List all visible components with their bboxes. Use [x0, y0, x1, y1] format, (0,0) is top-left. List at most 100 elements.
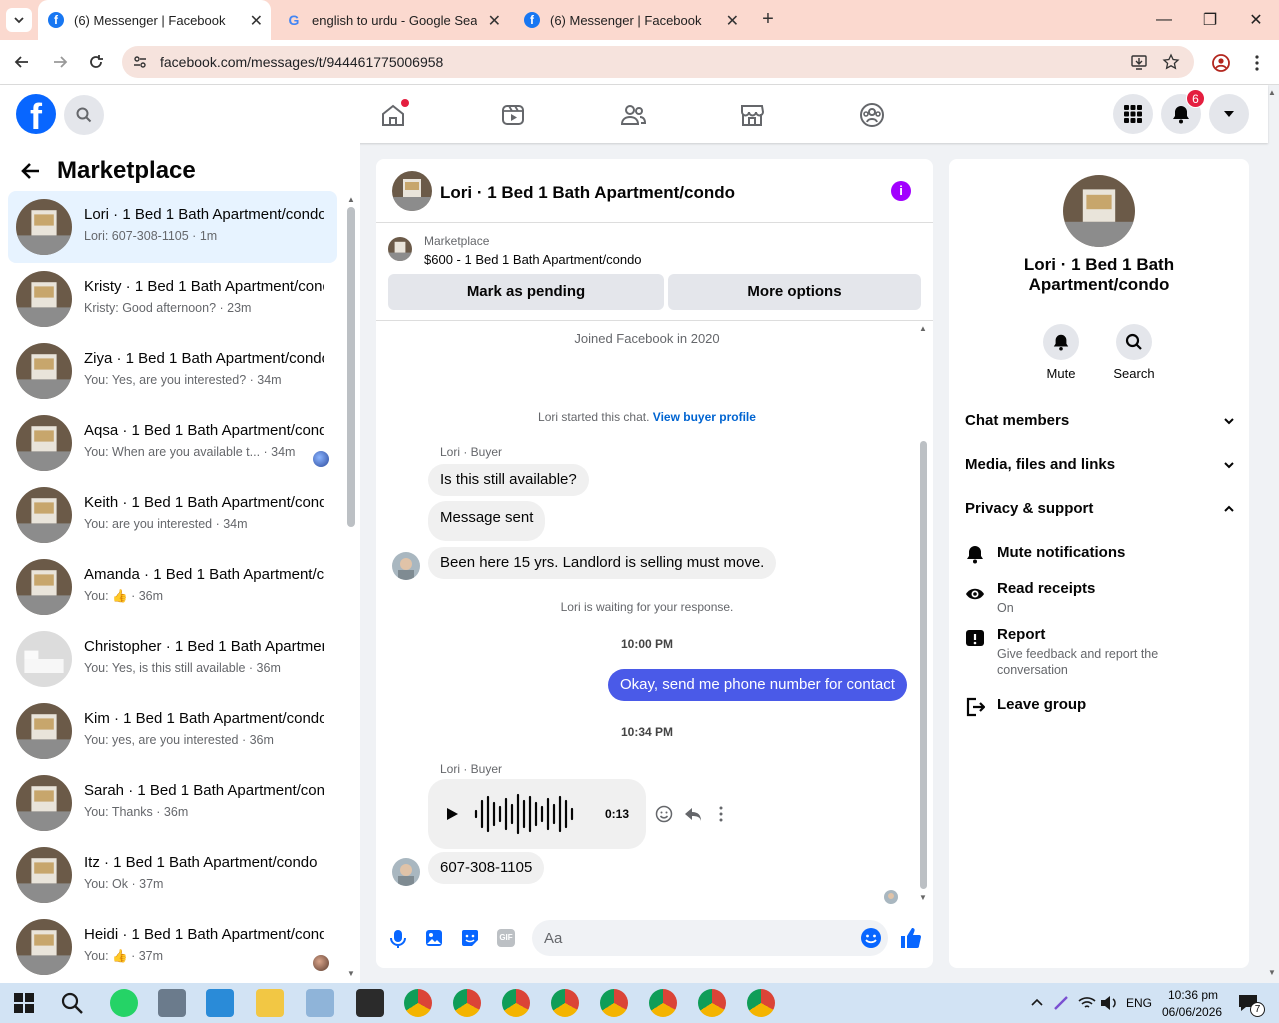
reload-button[interactable]	[86, 52, 106, 72]
search-action[interactable]: Search	[1107, 324, 1161, 381]
clock-time[interactable]: 10:36 pm	[1168, 988, 1218, 1002]
sticker-icon[interactable]	[460, 928, 480, 948]
emoji-icon[interactable]	[860, 927, 882, 949]
nav-home[interactable]	[380, 99, 409, 128]
listing-title[interactable]: $600 - 1 Bed 1 Bath Apartment/condo	[424, 252, 642, 267]
chat-scroll-up[interactable]: ▲	[919, 324, 927, 333]
play-icon[interactable]	[444, 806, 460, 822]
install-app-icon[interactable]	[1130, 53, 1148, 71]
conversation-item[interactable]: Ziya · 1 Bed 1 Bath Apartment/condo You: …	[8, 335, 337, 407]
browser-menu-button[interactable]	[1250, 53, 1264, 73]
message-bubble[interactable]: 607-308-1105	[428, 852, 545, 884]
clock-date[interactable]: 06/06/2026	[1162, 1005, 1222, 1019]
message-bubble[interactable]: Message sent	[428, 501, 546, 541]
calculator-icon[interactable]	[158, 989, 186, 1017]
scrollbar-down[interactable]: ▼	[347, 969, 355, 978]
tab-messenger-2[interactable]: f (6) Messenger | Facebook ✕	[514, 0, 747, 40]
address-bar[interactable]: facebook.com/messages/t/944461775006958	[122, 46, 1194, 78]
profile-photo[interactable]	[1063, 175, 1135, 247]
volume-icon[interactable]	[1100, 995, 1118, 1011]
mute-notifications-item[interactable]: Mute notifications	[965, 543, 1235, 567]
tab-messenger-1[interactable]: f (6) Messenger | Facebook ✕	[38, 0, 271, 40]
tab-search-dropdown[interactable]	[6, 8, 32, 32]
notifications-button[interactable]: 6	[1161, 89, 1205, 134]
sticky-notes-icon[interactable]	[356, 989, 384, 1017]
chat-avatar[interactable]	[392, 171, 432, 211]
nav-video[interactable]	[500, 102, 526, 128]
info-button[interactable]: i	[891, 181, 911, 201]
conversation-item[interactable]: Christopher · 1 Bed 1 Bath Apartment/con…	[8, 623, 337, 695]
react-icon[interactable]	[655, 805, 673, 823]
scrollbar-up[interactable]: ▲	[347, 195, 355, 204]
nav-marketplace[interactable]	[739, 102, 765, 128]
close-window-button[interactable]: ✕	[1233, 0, 1279, 40]
chevron-up-icon[interactable]	[1030, 996, 1044, 1010]
listing-thumbnail[interactable]	[388, 237, 412, 261]
chrome-profile-icon[interactable]	[551, 989, 579, 1017]
conversation-item[interactable]: Kim · 1 Bed 1 Bath Apartment/condo You: y…	[8, 695, 337, 767]
chrome-profile-icon[interactable]	[698, 989, 726, 1017]
chat-scrollbar-thumb[interactable]	[920, 441, 927, 889]
conversation-item[interactable]: Keith · 1 Bed 1 Bath Apartment/condo You:…	[8, 479, 337, 551]
conversation-item[interactable]: Lori · 1 Bed 1 Bath Apartment/condo Lori:…	[8, 191, 337, 263]
bookmark-star-icon[interactable]	[1162, 53, 1180, 71]
forward-button[interactable]	[50, 52, 70, 72]
close-icon[interactable]: ✕	[488, 11, 501, 31]
close-icon[interactable]: ✕	[726, 11, 739, 31]
facebook-logo[interactable]: f	[16, 94, 56, 134]
back-button[interactable]	[20, 160, 42, 182]
account-button[interactable]	[1209, 94, 1249, 134]
search-icon[interactable]	[60, 991, 84, 1015]
windows-start-icon[interactable]	[14, 993, 34, 1013]
control-panel-icon[interactable]	[206, 989, 234, 1017]
file-explorer-icon[interactable]	[256, 989, 284, 1017]
message-bubble[interactable]: Is this still available?	[428, 464, 589, 496]
chrome-icon[interactable]	[404, 989, 432, 1017]
conversation-item[interactable]: Itz · 1 Bed 1 Bath Apartment/condo You: O…	[8, 839, 337, 911]
input-language[interactable]: ENG	[1126, 996, 1152, 1010]
message-input[interactable]: Aa	[532, 920, 888, 956]
photo-icon[interactable]	[425, 929, 443, 947]
notification-center[interactable]: 7	[1238, 994, 1265, 1017]
new-tab-button[interactable]: +	[756, 8, 780, 32]
back-button[interactable]	[12, 52, 32, 72]
sender-avatar[interactable]	[392, 552, 420, 580]
conversation-item[interactable]: Amanda · 1 Bed 1 Bath Apartment/condo You…	[8, 551, 337, 623]
conversation-item[interactable]: Aqsa · 1 Bed 1 Bath Apartment/condo You: …	[8, 407, 337, 479]
search-button[interactable]	[64, 95, 104, 135]
chat-scroll-down[interactable]: ▼	[919, 893, 927, 902]
whatsapp-icon[interactable]	[110, 989, 138, 1017]
microphone-icon[interactable]	[389, 929, 407, 949]
chrome-profile-icon[interactable]	[747, 989, 775, 1017]
message-bubble[interactable]: Been here 15 yrs. Landlord is selling mu…	[428, 547, 777, 579]
audio-message[interactable]: 0:13	[428, 779, 646, 849]
nav-groups[interactable]	[859, 102, 885, 128]
report-item[interactable]: Report Give feedback and report the conv…	[965, 625, 1235, 681]
reply-icon[interactable]	[684, 805, 702, 823]
wifi-icon[interactable]	[1078, 995, 1096, 1011]
leave-group-item[interactable]: Leave group	[965, 695, 1235, 719]
site-settings-icon[interactable]	[132, 54, 148, 70]
chrome-profile-icon[interactable]	[453, 989, 481, 1017]
chat-members-section[interactable]: Chat members	[965, 412, 1235, 429]
close-icon[interactable]: ✕	[250, 11, 263, 31]
outgoing-message-bubble[interactable]: Okay, send me phone number for contact	[608, 669, 907, 701]
conversation-item[interactable]: Kristy · 1 Bed 1 Bath Apartment/condo Kri…	[8, 263, 337, 335]
conversation-item[interactable]: Sarah · 1 Bed 1 Bath Apartment/condo You:…	[8, 767, 337, 839]
tab-google-search[interactable]: G english to urdu - Google Search ✕	[276, 0, 509, 40]
sender-avatar[interactable]	[392, 858, 420, 886]
chrome-profile-icon[interactable]	[649, 989, 677, 1017]
conversation-item[interactable]: Heidi · 1 Bed 1 Bath Apartment/condo You:…	[8, 911, 337, 983]
mute-action[interactable]: Mute	[1041, 324, 1081, 381]
gif-button[interactable]: GIF	[497, 929, 515, 947]
media-files-section[interactable]: Media, files and links	[965, 456, 1235, 473]
view-buyer-profile-link[interactable]: View buyer profile	[653, 410, 756, 424]
scrollbar-thumb[interactable]	[347, 207, 355, 527]
more-vertical-icon[interactable]	[716, 805, 726, 823]
privacy-support-section[interactable]: Privacy & support	[965, 500, 1235, 517]
chrome-profile-icon[interactable]	[600, 989, 628, 1017]
chat-title[interactable]: Lori · 1 Bed 1 Bath Apartment/condo	[440, 183, 735, 203]
chrome-profile-icon[interactable]	[502, 989, 530, 1017]
profile-button[interactable]	[1211, 53, 1231, 73]
photos-icon[interactable]	[306, 989, 334, 1017]
